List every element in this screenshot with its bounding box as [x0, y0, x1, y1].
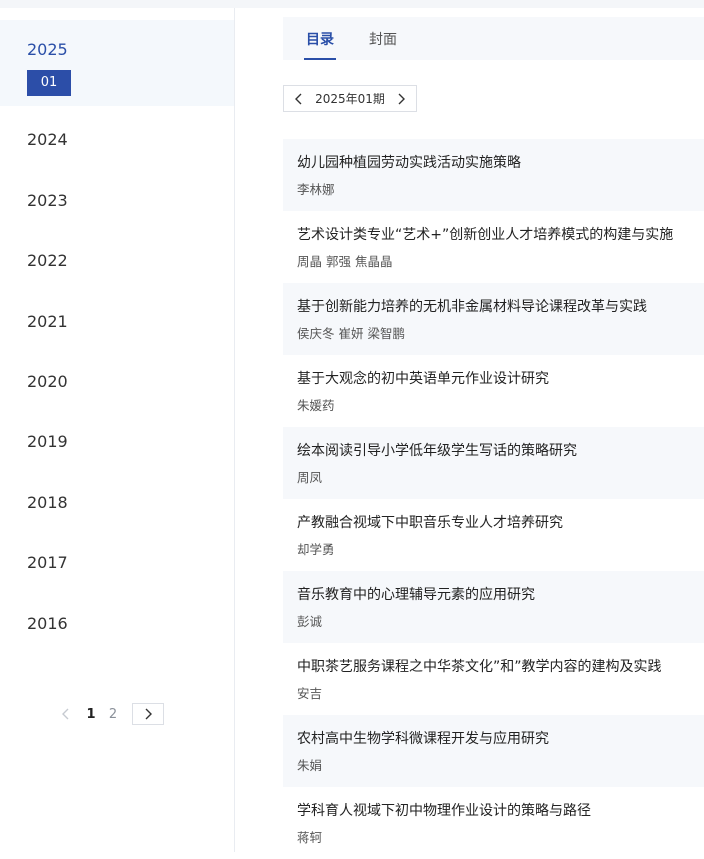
chevron-right-icon: [145, 708, 152, 720]
article-authors: 蒋轲: [297, 830, 323, 845]
year-label: 2016: [27, 614, 68, 633]
article-authors: 安吉: [297, 686, 323, 701]
tab-cover[interactable]: 封面: [369, 29, 397, 49]
year-label: 2019: [27, 432, 68, 451]
year-item-active[interactable]: 2025 01: [0, 20, 234, 106]
year-label: 2022: [27, 251, 68, 270]
year-label: 2021: [27, 312, 68, 331]
year-item-2024[interactable]: 2024: [0, 120, 234, 160]
article-list: 幼儿园种植园劳动实践活动实施策略 李林娜 艺术设计类专业“艺术+”创新创业人才培…: [283, 139, 704, 859]
year-item-2019[interactable]: 2019: [0, 422, 234, 462]
year-label-active: 2025: [27, 40, 68, 59]
article-title[interactable]: 农村高中生物学科微课程开发与应用研究: [297, 728, 549, 748]
list-item[interactable]: 学科育人视域下初中物理作业设计的策略与路径 蒋轲: [283, 787, 704, 859]
year-item-2017[interactable]: 2017: [0, 543, 234, 583]
pagination-page-2[interactable]: 2: [102, 707, 124, 722]
year-item-2022[interactable]: 2022: [0, 241, 234, 281]
list-item[interactable]: 基于大观念的初中英语单元作业设计研究 朱媛药: [283, 355, 704, 427]
list-item[interactable]: 音乐教育中的心理辅导元素的应用研究 彭诚: [283, 571, 704, 643]
year-label: 2023: [27, 191, 68, 210]
list-item[interactable]: 艺术设计类专业“艺术+”创新创业人才培养模式的构建与实施 周晶 郭强 焦晶晶: [283, 211, 704, 283]
article-title[interactable]: 学科育人视域下初中物理作业设计的策略与路径: [297, 800, 591, 820]
issue-selector: 2025年01期: [283, 85, 417, 112]
article-authors: 周凤: [297, 470, 323, 485]
article-authors: 却学勇: [297, 542, 335, 557]
year-label: 2017: [27, 553, 68, 572]
chevron-left-icon: [295, 93, 302, 104]
year-item-2023[interactable]: 2023: [0, 181, 234, 221]
article-authors: 朱娟: [297, 758, 323, 773]
list-item[interactable]: 农村高中生物学科微课程开发与应用研究 朱娟: [283, 715, 704, 787]
article-authors: 彭诚: [297, 614, 323, 629]
chevron-right-icon: [398, 93, 405, 104]
pagination-next-button[interactable]: [132, 703, 164, 725]
year-item-2021[interactable]: 2021: [0, 302, 234, 342]
list-item[interactable]: 幼儿园种植园劳动实践活动实施策略 李林娜: [283, 139, 704, 211]
article-title[interactable]: 中职茶艺服务课程之中华茶文化”和”教学内容的建构及实践: [297, 656, 662, 676]
tab-toc[interactable]: 目录: [306, 29, 334, 49]
year-pagination: 1 2: [52, 703, 164, 725]
list-item[interactable]: 绘本阅读引导小学低年级学生写话的策略研究 周凤: [283, 427, 704, 499]
article-title[interactable]: 绘本阅读引导小学低年级学生写话的策略研究: [297, 440, 577, 460]
next-issue-button[interactable]: [396, 93, 406, 105]
article-authors: 朱媛药: [297, 398, 335, 413]
article-authors: 李林娜: [297, 182, 335, 197]
article-authors: 侯庆冬 崔妍 梁智鹏: [297, 326, 405, 341]
pagination-page-1[interactable]: 1: [80, 707, 102, 722]
article-authors: 周晶 郭强 焦晶晶: [297, 254, 393, 269]
issue-selector-label: 2025年01期: [315, 92, 385, 106]
year-item-2020[interactable]: 2020: [0, 362, 234, 402]
pagination-prev-button[interactable]: [52, 704, 80, 724]
article-title[interactable]: 音乐教育中的心理辅导元素的应用研究: [297, 584, 535, 604]
year-label: 2020: [27, 372, 68, 391]
article-title[interactable]: 产教融合视域下中职音乐专业人才培养研究: [297, 512, 563, 532]
year-item-2016[interactable]: 2016: [0, 604, 234, 644]
top-strip: [0, 0, 704, 8]
year-label: 2024: [27, 130, 68, 149]
article-title[interactable]: 基于创新能力培养的无机非金属材料导论课程改革与实践: [297, 296, 647, 316]
article-title[interactable]: 艺术设计类专业“艺术+”创新创业人才培养模式的构建与实施: [297, 224, 673, 244]
list-item[interactable]: 产教融合视域下中职音乐专业人才培养研究 却学勇: [283, 499, 704, 571]
article-title[interactable]: 幼儿园种植园劳动实践活动实施策略: [297, 152, 521, 172]
issue-chip-active[interactable]: 01: [27, 70, 71, 96]
year-label: 2018: [27, 493, 68, 512]
content-tabs: 目录 封面: [283, 17, 704, 60]
chevron-left-icon: [62, 708, 69, 720]
year-item-2018[interactable]: 2018: [0, 483, 234, 523]
list-item[interactable]: 中职茶艺服务课程之中华茶文化”和”教学内容的建构及实践 安吉: [283, 643, 704, 715]
list-item[interactable]: 基于创新能力培养的无机非金属材料导论课程改革与实践 侯庆冬 崔妍 梁智鹏: [283, 283, 704, 355]
year-sidebar: 2025 01 2024 2023 2022 2021 2020 2019 20…: [0, 8, 235, 852]
article-title[interactable]: 基于大观念的初中英语单元作业设计研究: [297, 368, 549, 388]
prev-issue-button[interactable]: [294, 93, 304, 105]
active-tab-indicator: [304, 58, 336, 60]
